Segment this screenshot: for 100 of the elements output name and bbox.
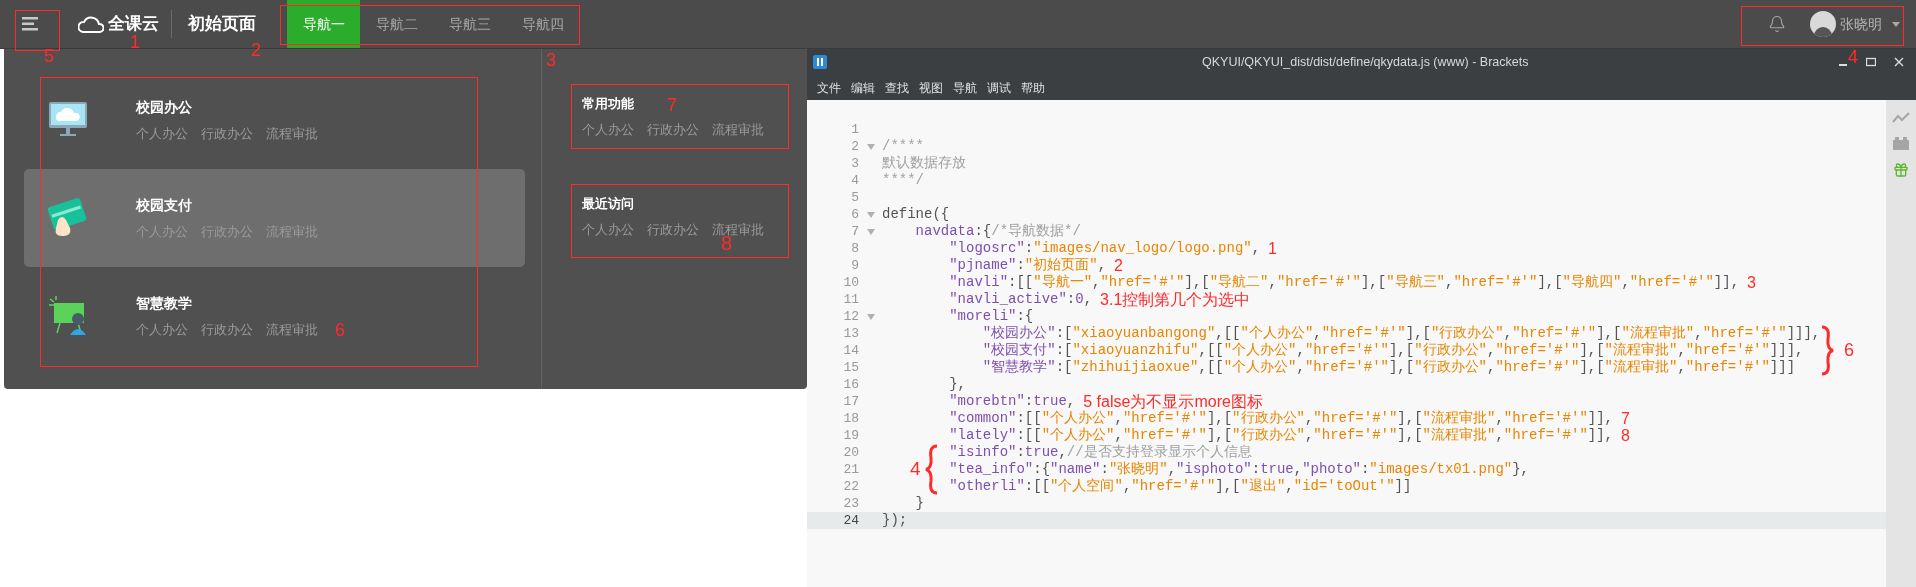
menu-link[interactable]: 行政办公 [647,219,699,239]
curly-brace [1820,325,1834,376]
annotation-number: 7 [667,96,677,114]
category-title: 校园支付 [136,195,193,215]
line-number: 7 [850,222,859,241]
menu-link[interactable]: 个人办公 [582,119,634,139]
window-title: QKYUI/QKYUI_dist/dist/define/qkydata.js (www) - Brackets [1202,53,1529,71]
code-text: ****/ [882,171,924,190]
card-hand-icon [48,198,88,238]
line-number: 9 [850,256,859,275]
annotation-note: 3 [1747,274,1756,291]
menu-link[interactable]: 个人办公 [136,123,188,144]
code-text: "navli":[["导航一","href='#'"],["导航二","href='#'"],["导航三","href='#'"],["导航四","href='#'"]], [949,273,1740,292]
code-text: } [915,494,924,513]
monitor-cloud-icon [48,101,88,139]
menu-item[interactable]: 文件 [817,78,841,97]
annotation-number: 6 [1844,339,1854,362]
annotation-number: 8 [721,233,733,253]
code-text: /**** [882,137,924,155]
annotation-note: 7 [1621,410,1630,427]
line-number: 10 [842,273,859,292]
menu-item[interactable]: 查找 [885,78,909,97]
code-text: "moreli":{ [949,307,1034,325]
annotation-number: 2 [251,41,261,60]
annotation-box [15,10,60,51]
line-number: 23 [842,494,859,513]
fold-arrow-icon[interactable] [866,313,875,320]
menu-item[interactable]: 帮助 [1021,78,1045,97]
fold-arrow-icon[interactable] [866,211,875,218]
menu-item[interactable]: 调试 [987,78,1011,97]
annotation-number: 4 [910,457,921,482]
menu-icon[interactable] [22,17,40,31]
menu-link[interactable]: 流程审批 [266,319,318,340]
fold-arrow-icon[interactable] [866,143,875,150]
menu-link[interactable]: 流程审批 [266,123,318,144]
line-number: 19 [842,426,859,445]
menu-link[interactable]: 行政办公 [647,119,699,139]
line-number: 13 [842,324,859,343]
logo-text: 全课云 [108,13,159,35]
close-icon[interactable] [1894,57,1904,67]
code-text: define({ [882,205,950,224]
annotation-note: 5 false为不显示more图标 [1083,393,1263,410]
line-number: 11 [842,290,859,309]
category-title: 校园办公 [136,97,193,117]
nav-tab[interactable]: 导航一 [287,0,360,48]
code-text: }, [949,375,967,394]
brick-icon[interactable] [1892,136,1910,150]
code-text: "校园支付":["xiaoyuanzhifu",[["个人办公","href='#'"],["行政办公","href='#'"],["流程审批","href='#'"]]], [982,341,1804,359]
user-name[interactable]: 张晓明 [1840,13,1882,35]
nav-tab[interactable]: 导航三 [433,0,506,48]
nav-tab[interactable]: 导航四 [506,0,579,48]
line-number: 12 [842,307,859,326]
code-text: "navli_active":0, [949,290,1093,309]
caret-icon[interactable] [1892,21,1900,27]
menu-item[interactable]: 视图 [919,78,943,97]
line-number: 21 [842,460,859,479]
menu-link[interactable]: 流程审批 [712,119,764,139]
menu-link[interactable]: 个人办公 [136,319,188,340]
annotation-number: 3 [546,51,556,69]
app-icon [813,55,827,69]
avatar[interactable] [1810,11,1836,37]
annotation-note: 2 [1114,257,1123,274]
code-text: "common":[["个人办公","href='#'"],["行政办公","href='#'"],["流程审批","href='#'"]], [949,409,1613,427]
line-number: 24 [842,511,859,530]
code-text: "校园办公":["xiaoyuanbangong",[["个人办公","href='#'"],["行政办公","href='#'"],["流程审批","href='#'"]]], [982,324,1821,342]
annotation-note: 8 [1621,427,1630,444]
line-number: 14 [842,341,859,360]
code-text: }); [882,511,908,530]
nav-tab[interactable]: 导航二 [360,0,433,48]
menu-item[interactable]: 导航 [953,78,977,97]
code-text: navdata:{/*导航数据*/ [915,222,1081,241]
line-number: 3 [850,154,859,173]
line-number: 16 [842,375,859,394]
code-text: "lately":[["个人办公","href='#'"],["行政办公","href='#'"],["流程审批","href='#'"]], [949,426,1613,444]
curly-brace [924,444,939,495]
fold-arrow-icon[interactable] [866,228,875,235]
menu-item[interactable]: 编辑 [851,78,875,97]
group-title: 常用功能 [582,95,634,113]
line-number: 8 [850,239,859,258]
annotation-number: 5 [44,47,54,65]
line-chart-icon[interactable] [1892,112,1910,124]
code-text: "logosrc":"images/nav_logo/logo.png", [949,239,1261,257]
line-number: 20 [842,443,859,462]
code-text: "pjname":"初始页面", [949,256,1107,274]
annotation-number: 6 [335,321,345,339]
menu-link[interactable]: 个人办公 [582,219,634,239]
gift-icon[interactable] [1893,162,1909,178]
bell-icon[interactable] [1768,15,1786,33]
line-number: 18 [842,409,859,428]
line-number: 17 [842,392,859,411]
category-title: 智慧教学 [136,293,193,313]
line-number: 6 [850,205,859,224]
code-text: "isinfo":true,//是否支持登录显示个人信息 [949,443,1252,461]
menu-link[interactable]: 行政办公 [201,123,253,144]
maximize-icon[interactable] [1866,57,1876,67]
line-number: 15 [842,358,859,377]
annotation-note: 1 [1268,240,1277,257]
code-text: "智慧教学":["zhihuijiaoxue",[["个人办公","href='#'"],["行政办公","href='#'"],["流程审批","href='#'"]]] [982,358,1796,377]
menu-link[interactable]: 行政办公 [201,319,253,340]
line-number: 1 [850,120,859,139]
